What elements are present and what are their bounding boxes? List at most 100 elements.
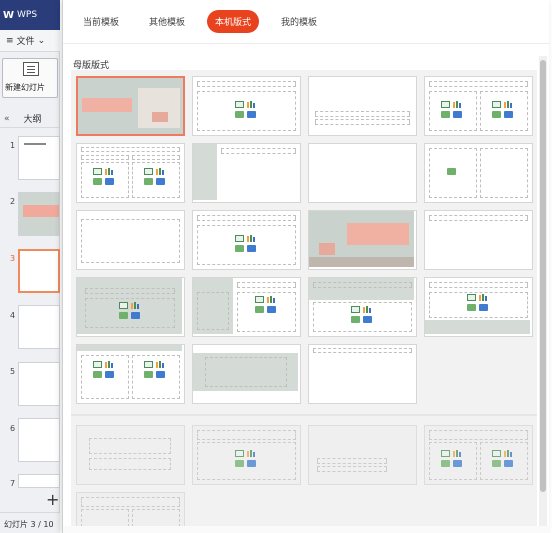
status-text: 幻灯片 3 / 10 — [0, 512, 60, 533]
content-icons — [255, 296, 279, 314]
title-bar: W WPS — [0, 0, 60, 30]
slide-thumb-7[interactable] — [18, 474, 60, 488]
subtitle-placeholder — [315, 119, 410, 125]
layout-card[interactable] — [424, 425, 533, 485]
slide-thumb-5[interactable] — [18, 362, 60, 406]
title-placeholder — [197, 81, 296, 87]
layout-card[interactable] — [424, 277, 533, 337]
layout-card[interactable] — [308, 344, 417, 404]
title-placeholder — [81, 147, 180, 152]
new-slide-label: 新建幻灯片 — [5, 83, 45, 92]
layout-card[interactable] — [192, 76, 301, 136]
subtitle-placeholder — [317, 466, 387, 472]
title-placeholder — [313, 348, 412, 353]
content-placeholder — [480, 148, 528, 198]
layout-card[interactable] — [424, 143, 533, 203]
scrollbar-thumb[interactable] — [540, 60, 546, 492]
title-placeholder — [85, 288, 175, 294]
title-placeholder — [313, 282, 412, 288]
slide-thumb-6[interactable] — [18, 418, 60, 462]
header-band — [77, 345, 182, 351]
app-name: WPS — [17, 10, 38, 20]
chevron-down-icon: ⌄ — [37, 35, 46, 46]
content-placeholder — [197, 292, 229, 330]
slide-number: 2 — [10, 197, 16, 206]
slide-number: 3 — [10, 254, 16, 263]
slide-thumb-4[interactable] — [18, 305, 60, 349]
tab-outline[interactable]: 大纲 — [24, 112, 42, 125]
collapse-icon[interactable]: « — [4, 114, 10, 124]
slide-thumb-2[interactable] — [18, 192, 60, 236]
layout-card[interactable] — [308, 143, 417, 203]
content-icons — [235, 235, 259, 253]
layout-card[interactable] — [192, 210, 301, 270]
layout-card[interactable] — [308, 76, 417, 136]
pane-tabs: « 大纲 — [0, 110, 60, 128]
picture-icon — [447, 168, 457, 176]
tab-my-templates[interactable]: 我的模板 — [273, 10, 325, 33]
title-placeholder — [81, 497, 180, 507]
heading-placeholder — [132, 155, 180, 160]
title-placeholder — [205, 357, 287, 387]
layout-card[interactable] — [308, 425, 417, 485]
file-menu[interactable]: ≡ 文件 ⌄ — [0, 30, 60, 52]
content-icons — [93, 168, 117, 186]
content-icons — [144, 361, 168, 379]
tab-other-templates[interactable]: 其他模板 — [141, 10, 193, 33]
content-icons — [119, 302, 143, 320]
hamburger-icon: ≡ — [6, 35, 14, 46]
content-icons — [492, 450, 516, 468]
heading-placeholder — [81, 155, 129, 160]
content-icons — [235, 101, 259, 119]
layout-card[interactable] — [192, 277, 301, 337]
title-placeholder — [197, 215, 296, 221]
section-divider — [71, 414, 537, 416]
layout-card[interactable] — [308, 210, 417, 270]
chair-shape — [319, 243, 335, 255]
layout-card[interactable] — [192, 344, 301, 404]
layout-card[interactable] — [308, 277, 417, 337]
slide-number: 7 — [10, 479, 16, 488]
title-placeholder — [237, 282, 296, 288]
floor-band — [309, 257, 414, 267]
side-band — [193, 144, 217, 200]
layout-card[interactable] — [76, 492, 185, 530]
layout-card[interactable] — [76, 277, 185, 337]
layout-card[interactable] — [76, 210, 185, 270]
tab-local-layouts[interactable]: 本机版式 — [207, 10, 260, 33]
app-window: W WPS ≡ 文件 ⌄ 新建幻灯片 « 大纲 1 2 3 4 5 6 7 + — [0, 0, 554, 533]
content-icons — [492, 101, 516, 119]
content-icons — [93, 361, 117, 379]
tab-current-template[interactable]: 当前模板 — [75, 10, 127, 33]
layout-card[interactable] — [76, 143, 185, 203]
title-placeholder — [429, 81, 528, 87]
content-placeholder — [81, 219, 180, 263]
title-placeholder — [315, 111, 410, 117]
add-slide-icon[interactable]: + — [46, 490, 59, 509]
layout-card[interactable] — [192, 425, 301, 485]
layout-card[interactable] — [76, 425, 185, 485]
title-placeholder — [429, 282, 528, 288]
layout-card[interactable] — [424, 210, 533, 270]
chair-shape — [152, 112, 168, 122]
layout-card[interactable] — [76, 76, 185, 136]
layout-card[interactable] — [76, 344, 185, 404]
title-placeholder — [317, 458, 387, 464]
slide-number: 6 — [10, 424, 16, 433]
title-placeholder — [197, 430, 296, 440]
layout-card[interactable] — [192, 143, 301, 203]
layout-popup: 当前模板 其他模板 本机版式 我的模板 母版版式 — [62, 0, 550, 533]
new-slide-button[interactable]: 新建幻灯片 — [2, 58, 58, 98]
new-slide-icon — [23, 62, 39, 76]
slide-banner — [23, 205, 59, 217]
layout-grid — [71, 70, 537, 530]
title-banner — [347, 223, 409, 245]
content-icons — [441, 101, 465, 119]
slide-pane: W WPS ≡ 文件 ⌄ 新建幻灯片 « 大纲 1 2 3 4 5 6 7 + — [0, 0, 60, 533]
slide-thumb-1[interactable] — [18, 136, 60, 180]
content-icons — [235, 450, 259, 468]
slide-thumb-3[interactable] — [18, 249, 60, 293]
scrollbar[interactable] — [539, 56, 547, 526]
layout-card[interactable] — [424, 76, 533, 136]
footer-band — [425, 320, 530, 334]
